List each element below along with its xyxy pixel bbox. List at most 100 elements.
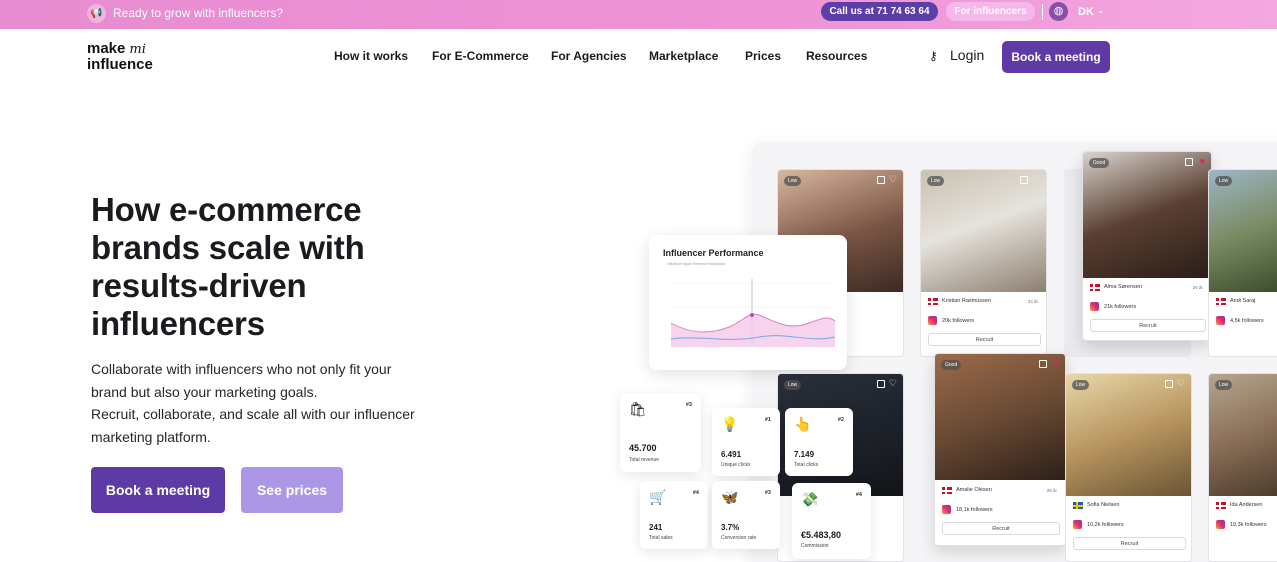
stat-rank: #4 — [692, 490, 699, 496]
influencer-card-highlighted[interactable]: Good ♥ Amalie Olesen 28 år 18,1k followe… — [934, 353, 1066, 546]
pointer-hand-icon: 👆 — [794, 416, 812, 432]
influencer-card[interactable]: Low Ida Andersen 19,3k followers — [1208, 373, 1277, 562]
select-checkbox[interactable] — [1185, 158, 1193, 166]
stat-rank: #2 — [837, 417, 844, 423]
stat-label: Total sales — [649, 535, 673, 541]
heart-icon[interactable]: ♡ — [889, 174, 897, 185]
announcement-bar: 📢 Ready to grow with influencers? Call u… — [0, 0, 1277, 29]
instagram-icon — [942, 505, 951, 514]
hero-subtitle-line-2: Recruit, collaborate, and scale all with… — [91, 406, 415, 445]
shopping-bags-icon: 🛍 — [629, 401, 647, 417]
stat-value: 6.491 — [721, 450, 742, 459]
instagram-icon — [928, 316, 937, 325]
influencer-card-highlighted[interactable]: Good ♥ Alma Sørensen 26 år 21k followers… — [1082, 151, 1212, 341]
logo-scribble: mi — [129, 42, 146, 57]
follower-count: 19,3k followers — [1230, 522, 1267, 528]
influencer-name: Alma Sørensen — [1104, 284, 1142, 290]
denmark-flag-icon — [1090, 284, 1100, 291]
stat-unique-clicks: 💡 #1 6.491 Unique clicks — [712, 408, 780, 476]
call-us-button[interactable]: Call us at 71 74 63 64 — [821, 2, 938, 21]
login-link[interactable]: Login — [950, 47, 984, 63]
follower-count: 21k followers — [1104, 304, 1137, 310]
heart-icon[interactable]: ♡ — [1032, 174, 1040, 185]
lightbulb-icon: 💡 — [721, 416, 739, 432]
book-meeting-nav-button[interactable]: Book a meeting — [1002, 41, 1110, 73]
influencer-photo — [1209, 374, 1277, 496]
influencer-card[interactable]: Low ♡ Sofia Nielsen 10,2k followers Recr… — [1065, 373, 1192, 562]
for-influencers-button[interactable]: For influencers — [946, 2, 1035, 21]
select-checkbox[interactable] — [1020, 176, 1028, 184]
select-checkbox[interactable] — [877, 176, 885, 184]
denmark-flag-icon — [942, 487, 952, 494]
heart-filled-icon[interactable]: ♥ — [1200, 156, 1205, 166]
book-meeting-button[interactable]: Book a meeting — [91, 467, 225, 513]
megaphone-icon: 📢 — [87, 4, 106, 23]
logo[interactable]: make mi influence — [87, 41, 153, 72]
stat-value: 241 — [649, 523, 663, 532]
instagram-icon — [1073, 520, 1082, 529]
stat-label: Total clicks — [794, 462, 819, 468]
recruit-button[interactable]: Recruit — [928, 333, 1041, 346]
heart-icon[interactable]: ♡ — [1177, 378, 1185, 389]
stat-rank: #1 — [764, 417, 771, 423]
stat-value: 45.700 — [629, 443, 657, 453]
engagement-badge: Good — [1089, 158, 1110, 168]
stat-value: 3.7% — [721, 523, 740, 532]
influencer-card[interactable]: Low Andi Saraj 4,5k followers — [1208, 169, 1277, 357]
influencer-name: Andi Saraj — [1230, 298, 1256, 304]
influencer-age: 26 år — [1192, 285, 1203, 290]
engagement-badge: Low — [1215, 176, 1233, 186]
stat-label: Unique clicks — [721, 462, 751, 468]
heart-icon[interactable]: ♡ — [889, 378, 897, 389]
denmark-flag-icon — [1216, 502, 1226, 509]
stat-conversion-rate: 🦋 #3 3.7% Conversion rate — [712, 481, 780, 549]
instagram-icon — [1090, 302, 1099, 311]
select-checkbox[interactable] — [1039, 360, 1047, 368]
hero-subtitle: Collaborate with influencers who not onl… — [91, 358, 431, 448]
language-selector[interactable]: DK — [1078, 6, 1094, 18]
follower-count: 18,1k followers — [956, 507, 993, 513]
stat-label: Total revenue — [629, 457, 660, 463]
globe-icon[interactable]: ◍ — [1049, 2, 1068, 21]
stat-label: Commission — [801, 543, 829, 549]
money-icon: 💸 — [801, 491, 819, 507]
stat-label: Conversion rate — [721, 535, 757, 541]
engagement-badge: Low — [784, 380, 802, 390]
divider — [1042, 4, 1043, 20]
influencer-photo — [1083, 152, 1211, 278]
stat-value: €5.483,80 — [801, 530, 842, 540]
influencer-photo — [935, 354, 1065, 480]
follower-count: 20k followers — [942, 318, 975, 324]
chevron-down-icon[interactable]: ⌄ — [1097, 5, 1105, 16]
nav-marketplace[interactable]: Marketplace — [649, 49, 718, 63]
nav-for-agencies[interactable]: For Agencies — [551, 49, 627, 63]
stat-rank: #3 — [764, 490, 771, 496]
influencer-name: Sofia Nielsen — [1087, 502, 1120, 508]
stat-total-clicks: 👆 #2 7.149 Total clicks — [785, 408, 853, 476]
key-icon[interactable]: ⚷ — [929, 49, 938, 63]
follower-count: 10,2k followers — [1087, 522, 1124, 528]
select-checkbox[interactable] — [1165, 380, 1173, 388]
select-checkbox[interactable] — [877, 380, 885, 388]
nav-prices[interactable]: Prices — [745, 49, 781, 63]
denmark-flag-icon — [928, 298, 938, 305]
see-prices-button[interactable]: See prices — [241, 467, 343, 513]
recruit-button[interactable]: Recruit — [942, 522, 1060, 535]
influencer-name: Kristian Rasmussen — [942, 298, 991, 304]
influencer-photo — [1066, 374, 1191, 496]
influencer-name: Ida Andersen — [1230, 502, 1263, 508]
instagram-icon — [1216, 316, 1225, 325]
recruit-button[interactable]: Recruit — [1090, 319, 1206, 332]
nav-resources[interactable]: Resources — [806, 49, 867, 63]
follower-count: 4,5k followers — [1230, 318, 1264, 324]
hero-subtitle-line-1: Collaborate with influencers who not onl… — [91, 361, 392, 400]
engagement-badge: Low — [927, 176, 945, 186]
promo-text: Ready to grow with influencers? — [113, 6, 284, 20]
instagram-icon — [1216, 520, 1225, 529]
heart-filled-icon[interactable]: ♥ — [1054, 358, 1059, 368]
recruit-button[interactable]: Recruit — [1073, 537, 1186, 550]
nav-how-it-works[interactable]: How it works — [334, 49, 408, 63]
influencer-card[interactable]: Low ♡ Kristian Rasmussen 33 år 20k follo… — [920, 169, 1047, 357]
logo-line-1: make — [87, 40, 126, 57]
nav-for-e-commerce[interactable]: For E-Commerce — [432, 49, 529, 63]
